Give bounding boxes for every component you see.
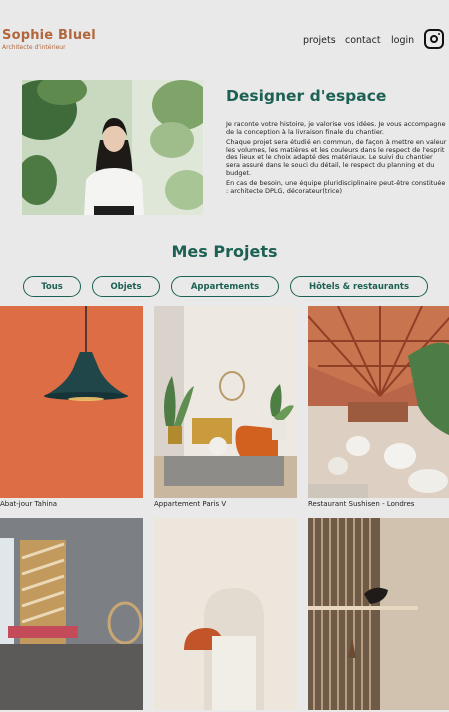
- about-paragraph: Chaque projet sera étudié en commun, de …: [226, 138, 447, 177]
- project-image: [308, 518, 449, 710]
- logo-subtitle: Architecte d'intérieur: [2, 44, 66, 51]
- project-card[interactable]: [154, 518, 297, 712]
- filter-hotels-restaurants-button[interactable]: Hôtels & restaurants: [290, 276, 428, 297]
- project-card[interactable]: Abat-jour Tahina: [0, 306, 143, 508]
- projects-title: Mes Projets: [171, 242, 278, 261]
- instagram-dot: [438, 33, 440, 35]
- project-image: [154, 306, 297, 498]
- filter-appartements-button[interactable]: Appartements: [171, 276, 279, 297]
- about-title: Designer d'espace: [226, 87, 387, 105]
- project-card[interactable]: [0, 518, 143, 712]
- nav-link-contact[interactable]: contact: [345, 35, 381, 46]
- project-card[interactable]: Restaurant Sushisen - Londres: [308, 306, 449, 508]
- project-image: [308, 306, 449, 498]
- filter-objets-button[interactable]: Objets: [92, 276, 160, 297]
- project-image: [0, 518, 143, 710]
- site-header: Sophie Bluel Architecte d'intérieur proj…: [0, 0, 449, 78]
- project-caption: Abat-jour Tahina: [0, 500, 58, 508]
- about-text: Je raconte votre histoire, je valorise v…: [226, 120, 448, 198]
- about-paragraph: En cas de besoin, une équipe pluridiscip…: [226, 179, 446, 195]
- nav-link-projets[interactable]: projets: [303, 35, 336, 46]
- project-caption: Restaurant Sushisen - Londres: [308, 500, 415, 508]
- project-image: [154, 518, 297, 710]
- designer-portrait: [22, 80, 203, 215]
- nav-link-login[interactable]: login: [391, 35, 414, 46]
- project-card[interactable]: Appartement Paris V: [154, 306, 297, 508]
- filter-tous-button[interactable]: Tous: [23, 276, 81, 297]
- about-paragraph: Je raconte votre histoire, je valorise v…: [226, 120, 446, 136]
- site-logo[interactable]: Sophie Bluel Architecte d'intérieur: [2, 29, 96, 52]
- project-caption: Appartement Paris V: [154, 500, 227, 508]
- project-card[interactable]: [308, 518, 449, 712]
- logo-name: Sophie Bluel: [2, 28, 96, 43]
- instagram-lens: [430, 35, 438, 43]
- instagram-icon[interactable]: [424, 29, 444, 49]
- project-image: [0, 306, 143, 498]
